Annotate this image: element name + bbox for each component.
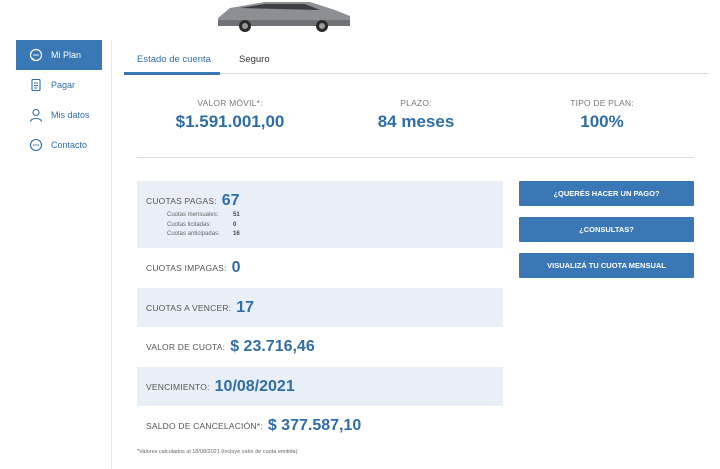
cuotas-impagas-row: CUOTAS IMPAGAS: 0: [137, 248, 503, 288]
sidebar-divider: [111, 40, 112, 469]
footnote: *Valores calculados al 18/08/2021 (inclu…: [137, 449, 298, 455]
cuotas-pagas-value: 67: [221, 192, 240, 209]
plazo-value: 84 meses: [377, 112, 455, 131]
sidebar-item-label: Contacto: [51, 140, 88, 150]
vencimiento-value: 10/08/2021: [214, 377, 295, 395]
chat-dots-icon: [28, 137, 44, 153]
plazo: PLAZO: 84 meses: [323, 98, 509, 132]
cuotas-anticipadas: Cuotas anticipadas: 16: [167, 231, 240, 237]
cuotas-anticipadas-label: Cuotas anticipadas:: [167, 231, 220, 237]
saldo-de-cancelacion-value: $ 377.587,10: [267, 417, 362, 434]
receipt-icon: [28, 77, 44, 93]
sidebar-item-label: Mis datos: [51, 110, 90, 120]
cuotas-impagas-label: CUOTAS IMPAGAS:: [146, 263, 227, 273]
vencimiento-label: VENCIMIENTO:: [146, 381, 210, 392]
visualizar-cuota-button[interactable]: VISUALIZÁ TU CUOTA MENSUAL: [519, 253, 694, 278]
hacer-pago-button[interactable]: ¿QUERÉS HACER UN PAGO?: [519, 181, 694, 206]
valor-movil-label: VALOR MÓVIL*:: [197, 98, 263, 108]
tipo-de-plan: TIPO DE PLAN: 100%: [509, 98, 695, 132]
cuotas-mensuales-value: 51: [233, 212, 240, 218]
sidebar-item-mis-datos[interactable]: Mis datos: [16, 100, 102, 130]
cuotas-anticipadas-value: 16: [233, 231, 240, 237]
valor-movil: VALOR MÓVIL*: $1.591.001,00: [137, 98, 323, 132]
valor-de-cuota-label: VALOR DE CUOTA:: [146, 342, 226, 352]
cuotas-a-vencer-label: CUOTAS A VENCER:: [146, 302, 232, 313]
sidebar-item-mi-plan[interactable]: Mi Plan: [16, 40, 102, 70]
active-tab-indicator: [124, 72, 220, 75]
valor-movil-value: $1.591.001,00: [175, 112, 285, 131]
valor-de-cuota-row: VALOR DE CUOTA: $ 23.716,46: [137, 327, 503, 367]
tipo-plan-value: 100%: [580, 112, 624, 131]
vencimiento-row: VENCIMIENTO: 10/08/2021: [137, 367, 503, 406]
tab-bar: Estado de cuenta Seguro: [124, 44, 709, 75]
tipo-plan-label: TIPO DE PLAN:: [570, 98, 634, 108]
cuotas-a-vencer-row: CUOTAS A VENCER: 17: [137, 288, 503, 327]
cuotas-licitadas-value: 0: [233, 222, 237, 228]
user-icon: [28, 107, 44, 123]
sidebar-item-pagar[interactable]: Pagar: [16, 70, 102, 100]
sidebar-item-label: Pagar: [51, 80, 76, 90]
chat-bubble-icon: [28, 47, 44, 63]
valor-de-cuota-value: $ 23.716,46: [230, 338, 315, 355]
plan-summary: VALOR MÓVIL*: $1.591.001,00 PLAZO: 84 me…: [137, 98, 694, 158]
car-image: [218, 2, 350, 32]
sidebar-item-label: Mi Plan: [51, 50, 82, 60]
cuotas-mensuales-label: Cuotas mensuales:: [167, 212, 219, 218]
sidebar: Mi Plan Pagar Mis datos Contacto: [16, 40, 102, 160]
cuotas-licitadas-label: Cuotas licitadas:: [167, 222, 212, 228]
cuotas-pagas-label: CUOTAS PAGAS:: [146, 196, 217, 206]
cuotas-a-vencer-value: 17: [236, 298, 255, 316]
consultas-button[interactable]: ¿CONSULTAS?: [519, 217, 694, 242]
cuotas-licitadas: Cuotas licitadas: 0: [167, 222, 236, 228]
cuotas-mensuales: Cuotas mensuales: 51: [167, 212, 240, 218]
saldo-de-cancelacion-row: SALDO DE CANCELACIÓN*: $ 377.587,10: [137, 406, 503, 446]
sidebar-item-contacto[interactable]: Contacto: [16, 130, 102, 160]
saldo-de-cancelacion-label: SALDO DE CANCELACIÓN*:: [146, 421, 263, 431]
tab-seguro[interactable]: Seguro: [239, 54, 270, 65]
plazo-label: PLAZO:: [400, 98, 432, 108]
cuotas-impagas-value: 0: [231, 259, 241, 276]
tab-estado-de-cuenta[interactable]: Estado de cuenta: [137, 54, 211, 65]
